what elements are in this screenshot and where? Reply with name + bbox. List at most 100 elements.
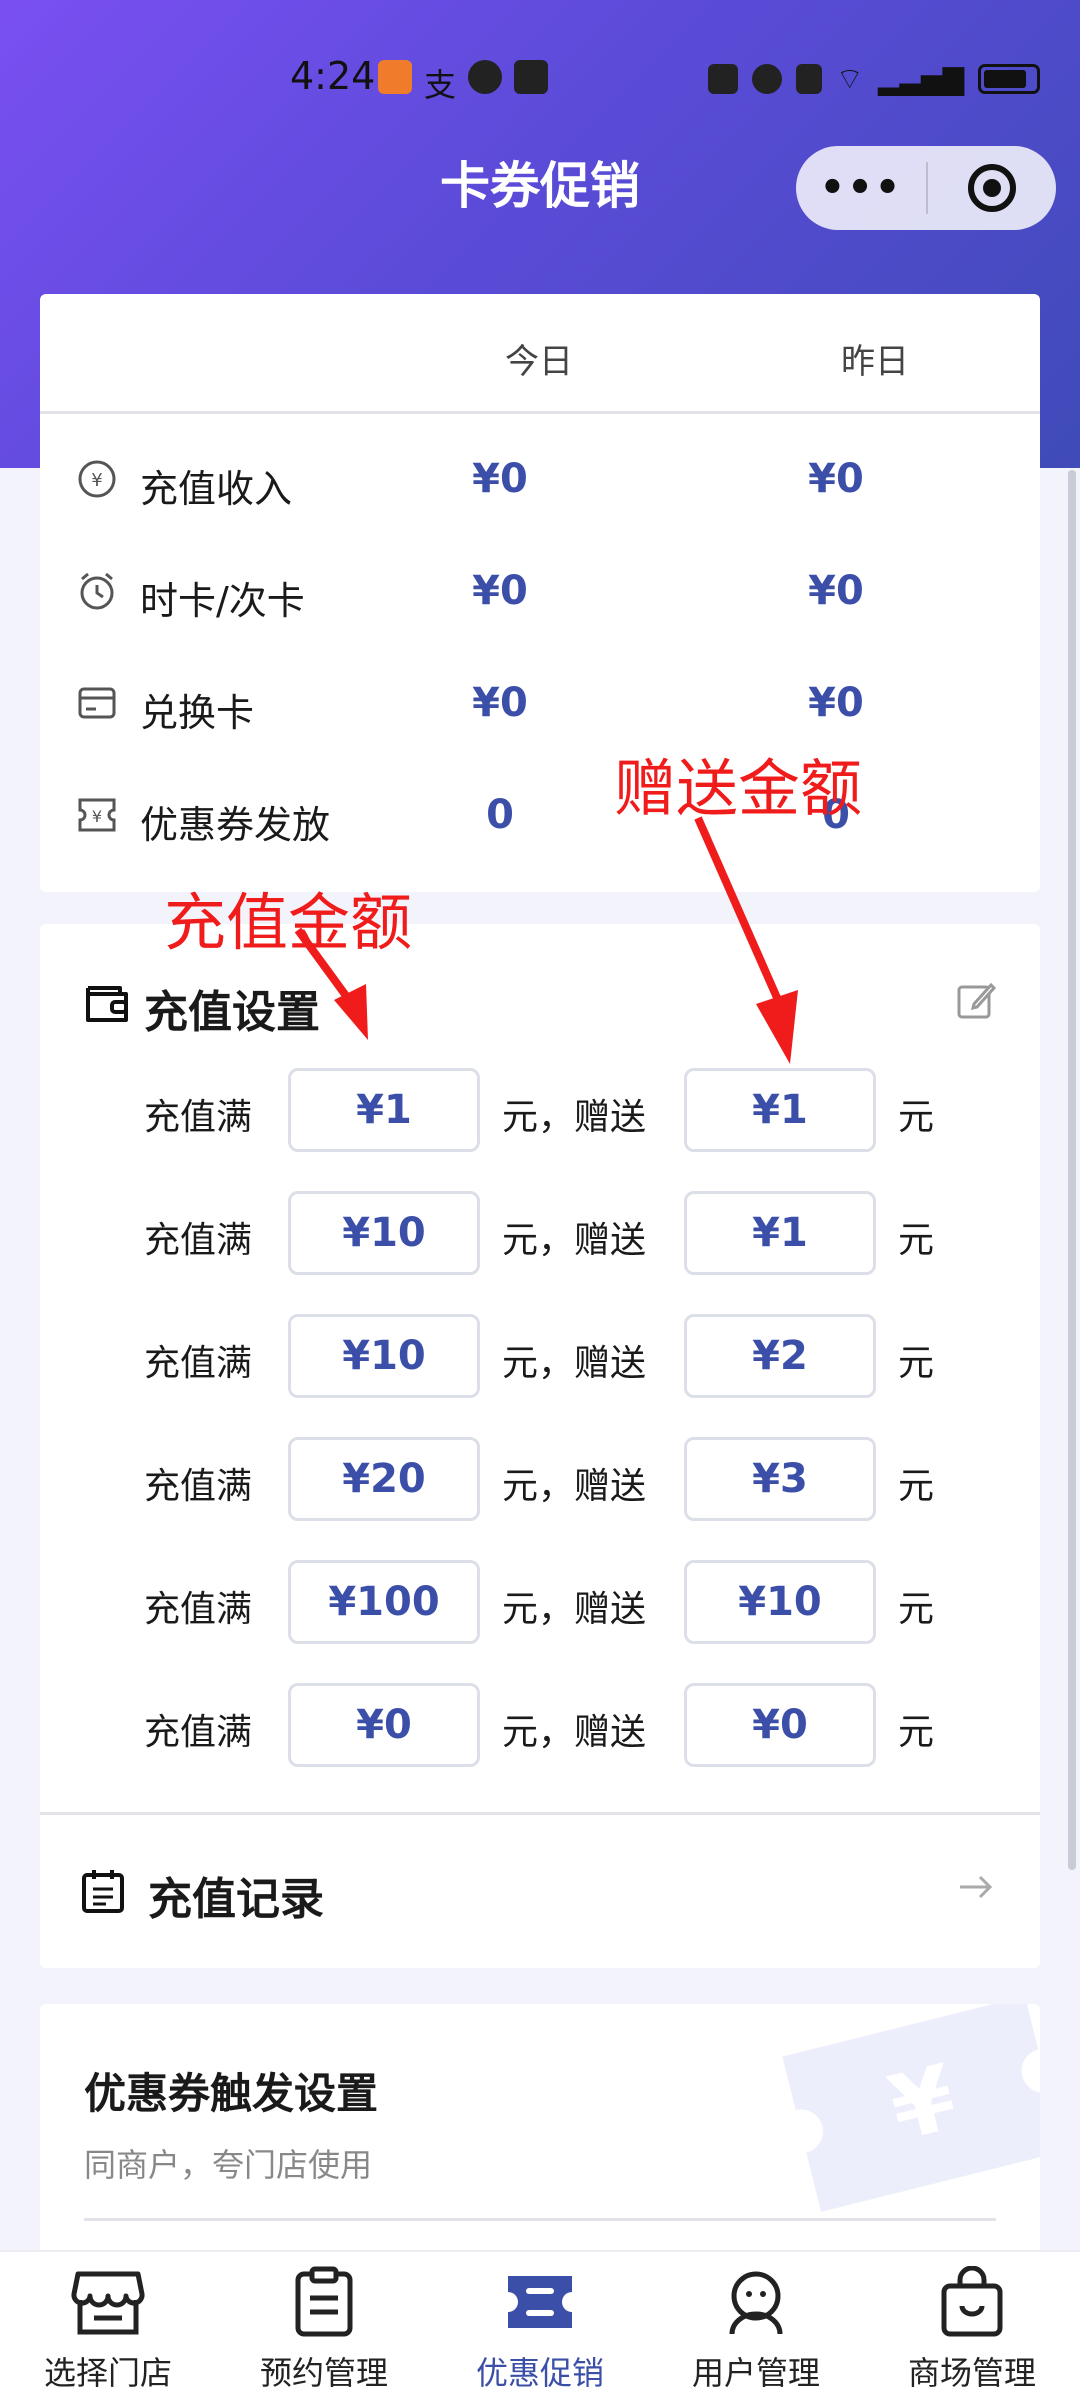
rule-unit: 元	[898, 1712, 935, 1753]
bonus-amount-field[interactable]: ¥2	[684, 1314, 876, 1398]
recharge-amount-field[interactable]: ¥100	[288, 1560, 480, 1644]
wallet-icon	[86, 986, 128, 1022]
tab-promotions[interactable]: 优惠促销	[432, 2252, 648, 2400]
rule-mid-text: 元，赠送	[502, 1220, 647, 1261]
calendar-list-icon	[82, 1870, 124, 1913]
coupon-trigger-card[interactable]: 优惠券触发设置 同商户，夸门店使用 ¥	[40, 2004, 1040, 2264]
alarm-icon	[751, 64, 782, 94]
tab-booking-management[interactable]: 预约管理	[216, 2252, 432, 2400]
tab-select-store[interactable]: 选择门店	[0, 2252, 216, 2400]
vibrate-icon	[795, 64, 822, 94]
stat-yesterday-value: ¥0	[808, 568, 864, 614]
status-time: 4:24	[290, 54, 376, 98]
column-yesterday: 昨日	[841, 342, 909, 382]
recharge-settings-title: 充值设置	[144, 987, 320, 1038]
recharge-rule-row: 充值满 ¥10 元，赠送 ¥1 元	[40, 1191, 1040, 1275]
stat-label: 优惠券发放	[140, 803, 331, 847]
clipboard-icon	[295, 2266, 353, 2337]
store-icon	[71, 2271, 145, 2335]
yuan-circle-icon: ¥	[78, 460, 116, 498]
signal-icon: ▂▃▅▇	[877, 62, 964, 96]
recharge-records-link[interactable]: 充值记录	[40, 1812, 1040, 1968]
tab-user-management[interactable]: 用户管理	[648, 2252, 864, 2400]
rule-label: 充值满	[144, 1466, 253, 1507]
status-bar: 4:24 支 ⌔ ▂▃▅▇	[0, 48, 1080, 108]
stat-yesterday-value: ¥0	[808, 456, 864, 502]
coupon-watermark-icon: ¥	[782, 2004, 1040, 2212]
rule-mid-text: 元，赠送	[502, 1343, 647, 1384]
rule-unit: 元	[898, 1220, 935, 1261]
rule-mid-text: 元，赠送	[502, 1712, 647, 1753]
app-notification-icon	[378, 60, 412, 94]
sf-express-icon	[514, 60, 549, 94]
system-icons: ⌔ ▂▃▅▇	[707, 60, 1040, 98]
annotation-recharge-amount: 充值金额	[164, 886, 413, 959]
svg-text:¥: ¥	[91, 470, 102, 491]
recharge-amount-field[interactable]: ¥0	[288, 1683, 480, 1767]
rule-label: 充值满	[144, 1220, 253, 1261]
recharge-settings-card: 充值设置 充值满 ¥1 元，赠送 ¥1 元 充值满 ¥10 元，赠送 ¥1 元 …	[40, 924, 1040, 1968]
close-miniprogram-button[interactable]	[928, 164, 1056, 212]
bonus-amount-field[interactable]: ¥0	[684, 1683, 876, 1767]
stat-row-coupon-issued: ¥ 优惠券发放 0 0	[40, 772, 1040, 862]
rule-unit: 元	[898, 1343, 935, 1384]
wifi-icon: ⌔	[835, 62, 864, 97]
alipay-icon: 支	[424, 66, 457, 104]
stat-label: 充值收入	[140, 467, 293, 511]
rule-unit: 元	[898, 1097, 935, 1138]
stat-row-recharge-income: ¥ 充值收入 ¥0 ¥0	[40, 436, 1040, 526]
stat-row-time-card: 时卡/次卡 ¥0 ¥0	[40, 548, 1040, 638]
miniprogram-capsule[interactable]: •••	[796, 146, 1056, 230]
recharge-rule-row: 充值满 ¥100 元，赠送 ¥10 元	[40, 1560, 1040, 1644]
recharge-amount-field[interactable]: ¥1	[288, 1068, 480, 1152]
scrollbar[interactable]	[1068, 470, 1076, 1870]
rule-label: 充值满	[144, 1712, 253, 1753]
arrow-right-icon	[960, 1875, 993, 1899]
target-icon	[968, 164, 1016, 212]
recharge-amount-field[interactable]: ¥10	[288, 1314, 480, 1398]
tab-mall-management[interactable]: 商场管理	[864, 2252, 1080, 2400]
message-icon	[468, 60, 503, 94]
tab-label: 预约管理	[259, 2354, 388, 2392]
column-today: 今日	[505, 342, 573, 382]
tab-label: 商场管理	[907, 2354, 1036, 2392]
stat-yesterday-value: ¥0	[808, 680, 864, 726]
recharge-rule-row: 充值满 ¥0 元，赠送 ¥0 元	[40, 1683, 1040, 1767]
bonus-amount-field[interactable]: ¥1	[684, 1191, 876, 1275]
bonus-amount-field[interactable]: ¥10	[684, 1560, 876, 1644]
rule-label: 充值满	[144, 1589, 253, 1630]
shopping-bag-icon	[941, 2266, 1003, 2337]
card-icon	[78, 687, 116, 719]
rule-mid-text: 元，赠送	[502, 1466, 647, 1507]
tab-label: 选择门店	[43, 2354, 172, 2392]
stat-today-value: ¥0	[472, 456, 528, 502]
coupon-trigger-subtitle: 同商户，夸门店使用	[84, 2146, 373, 2184]
rule-label: 充值满	[144, 1097, 253, 1138]
alarm-clock-icon	[80, 572, 114, 610]
nfc-icon	[707, 64, 738, 94]
tab-label: 优惠促销	[475, 2354, 604, 2392]
recharge-amount-field[interactable]: ¥20	[288, 1437, 480, 1521]
notification-icons: 支	[378, 60, 549, 106]
recharge-rule-row: 充值满 ¥20 元，赠送 ¥3 元	[40, 1437, 1040, 1521]
recharge-records-label: 充值记录	[148, 1874, 324, 1925]
coupon-icon: ¥	[78, 798, 116, 832]
edit-icon[interactable]	[956, 980, 996, 1020]
stat-today-value: 0	[486, 792, 514, 838]
bonus-amount-field[interactable]: ¥1	[684, 1068, 876, 1152]
coupon-trigger-title: 优惠券触发设置	[84, 2069, 379, 2118]
user-icon	[729, 2271, 783, 2335]
divider	[84, 2218, 996, 2221]
recharge-amount-field[interactable]: ¥10	[288, 1191, 480, 1275]
stat-label: 时卡/次卡	[140, 579, 305, 623]
battery-icon	[978, 64, 1040, 94]
stats-card: 今日 昨日 ¥ 充值收入 ¥0 ¥0 时卡/次卡 ¥0 ¥0 兑换卡 ¥0 ¥0	[40, 294, 1040, 892]
svg-text:¥: ¥	[92, 807, 102, 826]
promotion-icon	[508, 2276, 572, 2328]
recharge-rule-row: 充值满 ¥1 元，赠送 ¥1 元	[40, 1068, 1040, 1152]
rule-label: 充值满	[144, 1343, 253, 1384]
more-icon[interactable]: •••	[796, 165, 926, 211]
bonus-amount-field[interactable]: ¥3	[684, 1437, 876, 1521]
bottom-tab-bar: 选择门店 预约管理 优惠促销 用户管理 商场管理	[0, 2250, 1080, 2400]
recharge-rule-row: 充值满 ¥10 元，赠送 ¥2 元	[40, 1314, 1040, 1398]
